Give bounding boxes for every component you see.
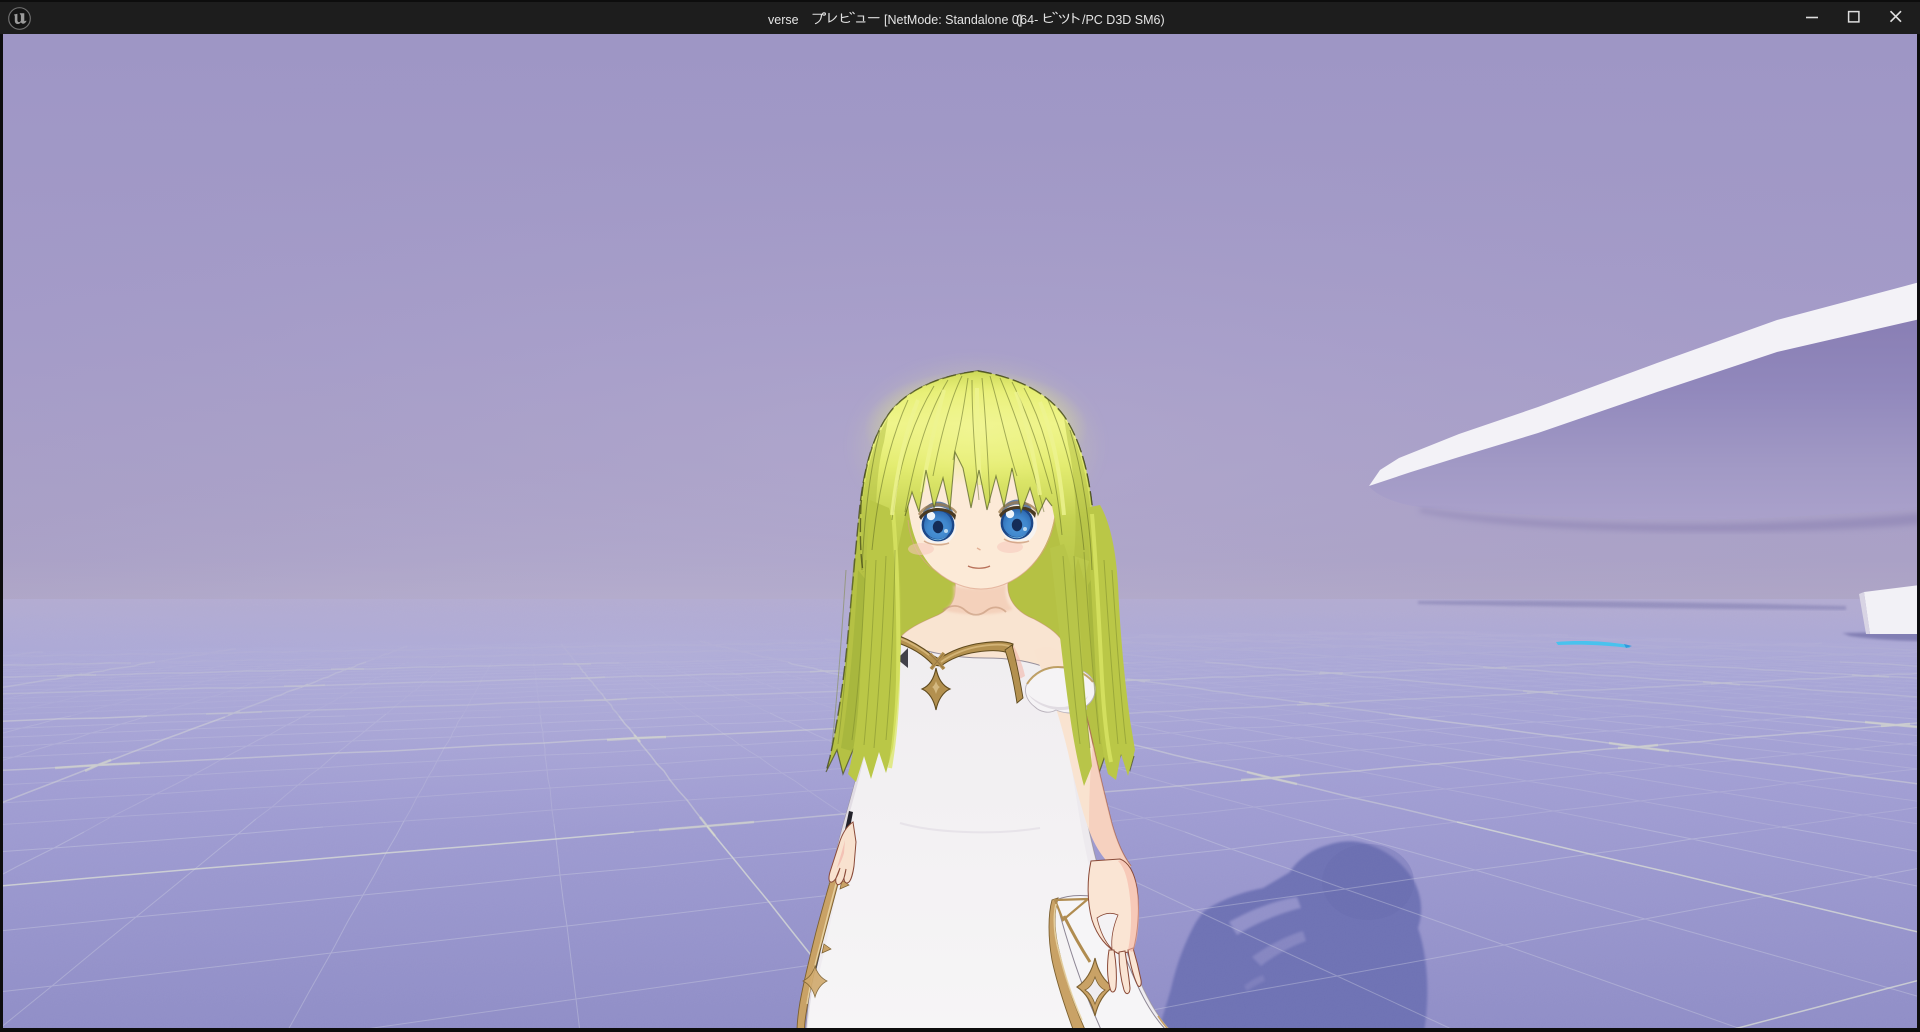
svg-text:[NetMode: Standalone 0]: [NetMode: Standalone 0]	[884, 13, 1022, 27]
svg-text:/PC D3D SM6): /PC D3D SM6)	[1082, 13, 1165, 27]
svg-text:verse: verse	[768, 13, 799, 27]
svg-text:(64-: (64-	[1016, 13, 1038, 27]
